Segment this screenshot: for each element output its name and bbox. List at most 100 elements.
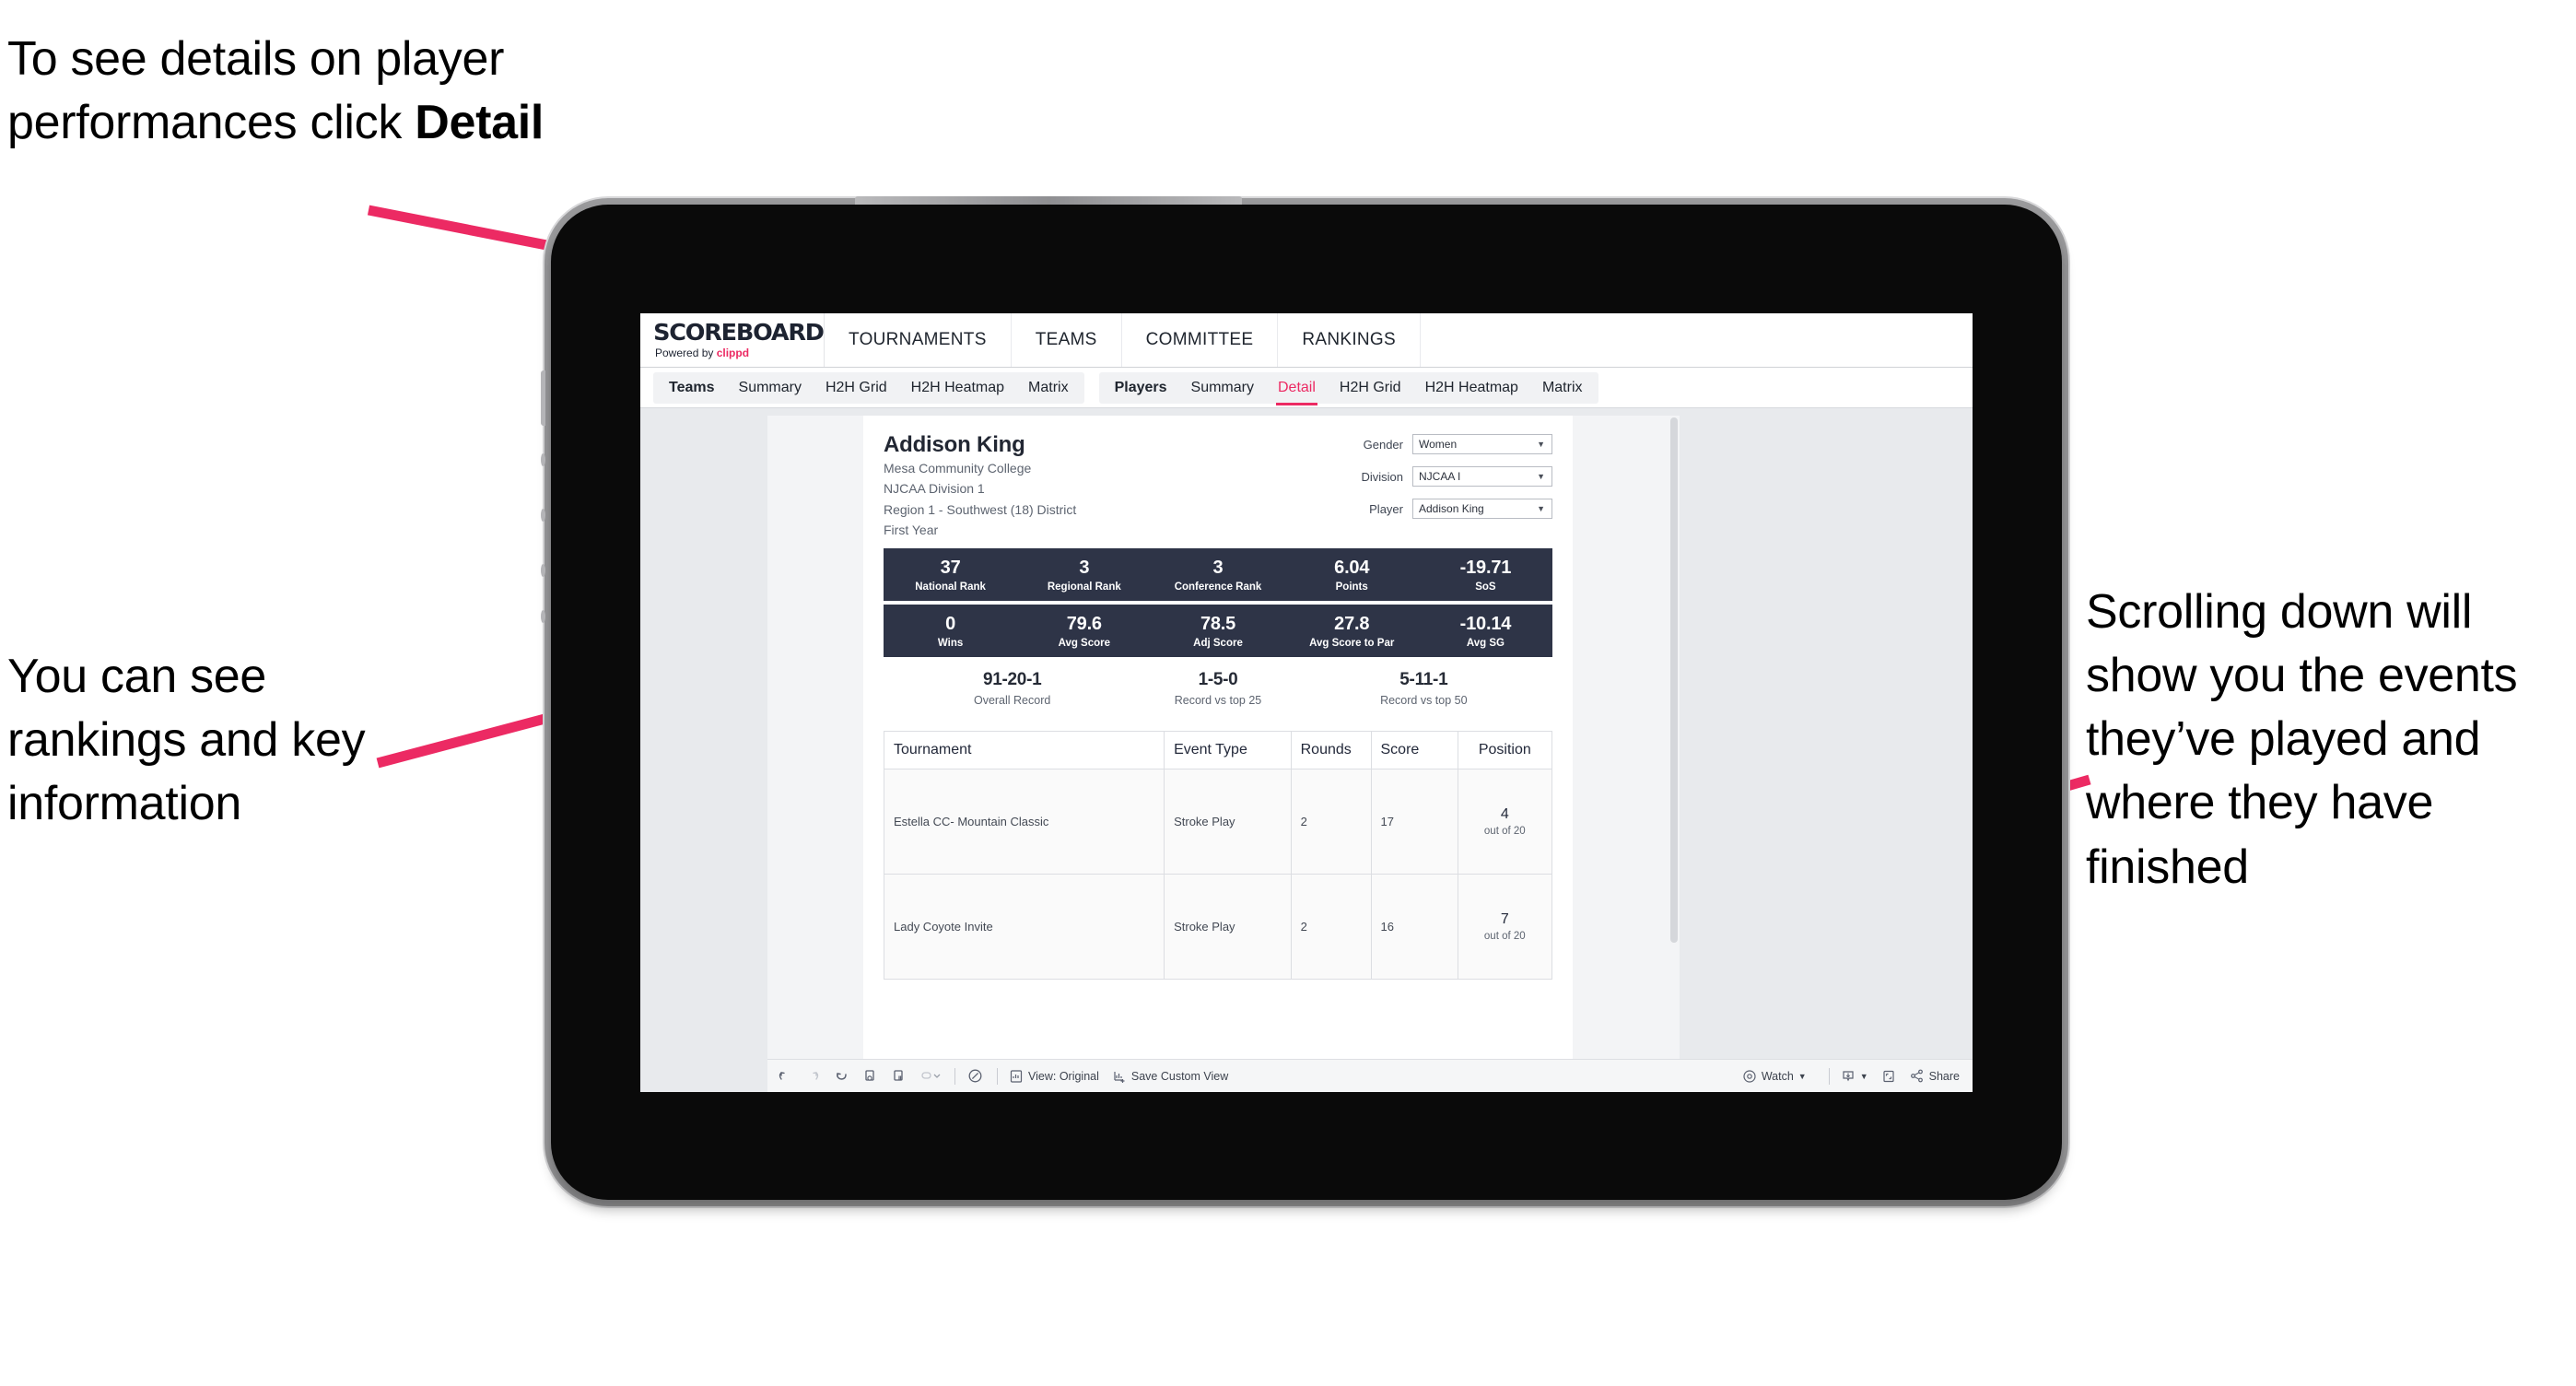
filter-gender-label: Gender bbox=[1363, 437, 1403, 452]
save-custom-view-button[interactable]: Save Custom View bbox=[1112, 1069, 1228, 1084]
record-label: Overall Record bbox=[973, 694, 1051, 708]
view-original-button[interactable]: View: Original bbox=[1009, 1069, 1099, 1084]
filter-gender-value: Women bbox=[1419, 438, 1458, 451]
table-row[interactable]: Lady Coyote Invite Stroke Play 2 16 7 ou… bbox=[884, 875, 1551, 981]
table-header-row: Tournament Event Type Rounds Score Posit… bbox=[884, 732, 1551, 770]
tab-teams-summary[interactable]: Summary bbox=[727, 372, 814, 404]
stat-label: Points bbox=[1335, 581, 1368, 593]
stat-label: Avg Score to Par bbox=[1309, 637, 1395, 649]
highlight-icon[interactable] bbox=[966, 1067, 984, 1085]
tab-players-matrix[interactable]: Matrix bbox=[1530, 372, 1595, 404]
record-vs-top-50: 5-11-1 Record vs top 50 bbox=[1321, 670, 1527, 707]
cell-tournament: Estella CC- Mountain Classic bbox=[884, 769, 1165, 875]
stat-value: 37 bbox=[940, 557, 961, 578]
stat-avg-score: 79.6 Avg Score bbox=[1017, 614, 1151, 649]
chevron-down-icon: ▼ bbox=[1537, 440, 1545, 449]
brand-logo: SCOREBOARD Powered by clippd bbox=[640, 313, 825, 367]
record-label: Record vs top 50 bbox=[1380, 694, 1468, 708]
toolbar-divider bbox=[997, 1067, 998, 1085]
cell-rounds: 2 bbox=[1292, 769, 1372, 875]
cell-event-type: Stroke Play bbox=[1165, 769, 1292, 875]
tab-players-detail[interactable]: Detail bbox=[1266, 372, 1328, 405]
watch-button[interactable]: Watch ▼ bbox=[1742, 1069, 1807, 1084]
stat-avg-score-to-par: 27.8 Avg Score to Par bbox=[1285, 614, 1419, 649]
player-identity: Addison King Mesa Community College NJCA… bbox=[884, 432, 1076, 540]
player-header: Addison King Mesa Community College NJCA… bbox=[884, 432, 1552, 540]
device-port-4 bbox=[541, 610, 545, 623]
tab-players-h2h-heatmap[interactable]: H2H Heatmap bbox=[1413, 372, 1530, 404]
toolbar-divider bbox=[954, 1067, 955, 1085]
stat-label: Adj Score bbox=[1193, 637, 1243, 649]
stat-label: Avg SG bbox=[1466, 637, 1505, 649]
pan-icon[interactable] bbox=[919, 1068, 942, 1084]
pause-auto-update-icon[interactable] bbox=[891, 1068, 907, 1084]
annotation-rankings: You can see rankings and key information bbox=[7, 650, 366, 831]
nav-teams[interactable]: TEAMS bbox=[1012, 313, 1122, 367]
player-year: First Year bbox=[884, 522, 939, 537]
viz-toolbar: View: Original Save Custom View Watch ▼ bbox=[767, 1059, 1973, 1092]
nav-committee[interactable]: COMMITTEE bbox=[1122, 313, 1279, 367]
device-port-1 bbox=[541, 453, 545, 466]
refresh-data-icon[interactable] bbox=[862, 1068, 878, 1084]
tab-teams-matrix[interactable]: Matrix bbox=[1016, 372, 1081, 404]
header-score: Score bbox=[1372, 732, 1458, 769]
stat-adj-score: 78.5 Adj Score bbox=[1151, 614, 1284, 649]
stat-wins: 0 Wins bbox=[884, 614, 1017, 649]
tablet-device: SCOREBOARD Powered by clippd TOURNAMENTS… bbox=[541, 196, 2062, 1200]
stat-points: 6.04 Points bbox=[1285, 558, 1419, 593]
view-original-label: View: Original bbox=[1028, 1069, 1099, 1083]
vertical-scrollbar[interactable] bbox=[1670, 417, 1678, 943]
record-value: 1-5-0 bbox=[1198, 670, 1238, 690]
redo-icon[interactable] bbox=[805, 1068, 821, 1084]
cell-position: 4 out of 20 bbox=[1458, 769, 1551, 874]
cell-tournament: Lady Coyote Invite bbox=[884, 875, 1165, 980]
stat-label: National Rank bbox=[915, 581, 986, 593]
stat-label: Avg Score bbox=[1058, 637, 1111, 649]
stat-value: 3 bbox=[1212, 557, 1224, 578]
device-volume-button bbox=[541, 370, 545, 426]
nav-rankings[interactable]: RANKINGS bbox=[1278, 313, 1421, 367]
filter-player-value: Addison King bbox=[1419, 502, 1484, 515]
record-overall: 91-20-1 Overall Record bbox=[909, 670, 1115, 707]
cell-event-type: Stroke Play bbox=[1165, 875, 1292, 980]
record-value: 91-20-1 bbox=[982, 670, 1042, 690]
undo-icon[interactable] bbox=[777, 1068, 792, 1084]
tab-teams-h2h-grid[interactable]: H2H Grid bbox=[814, 372, 899, 404]
tournament-results-table: Tournament Event Type Rounds Score Posit… bbox=[884, 731, 1552, 981]
stat-value: 27.8 bbox=[1334, 613, 1370, 634]
tab-players-h2h-grid[interactable]: H2H Grid bbox=[1328, 372, 1413, 404]
revert-icon[interactable] bbox=[834, 1068, 849, 1084]
chevron-down-icon: ▼ bbox=[1859, 1071, 1868, 1081]
fullscreen-button[interactable] bbox=[1881, 1069, 1896, 1084]
tab-players-summary[interactable]: Summary bbox=[1179, 372, 1266, 404]
header-rounds: Rounds bbox=[1292, 732, 1372, 769]
cell-score: 16 bbox=[1372, 875, 1458, 980]
brand-powered-prefix: Powered by bbox=[655, 346, 717, 359]
chevron-down-icon: ▼ bbox=[1537, 504, 1545, 513]
toolbar-right-group: Watch ▼ ▼ Share bbox=[1742, 1067, 1973, 1085]
table-row[interactable]: Estella CC- Mountain Classic Stroke Play… bbox=[884, 769, 1551, 875]
header-position: Position bbox=[1478, 742, 1531, 758]
download-button[interactable]: ▼ bbox=[1841, 1069, 1868, 1084]
tab-group-teams-label: Teams bbox=[669, 379, 715, 395]
share-button[interactable]: Share bbox=[1909, 1068, 1960, 1084]
record-value: 5-11-1 bbox=[1399, 670, 1448, 690]
stat-conference-rank: 3 Conference Rank bbox=[1151, 558, 1284, 593]
player-detail-sheet: Addison King Mesa Community College NJCA… bbox=[863, 416, 1573, 1059]
filter-gender-select[interactable]: Women ▼ bbox=[1412, 434, 1552, 454]
annotation-detail-bold: Detail bbox=[415, 96, 544, 150]
tab-strip: Teams Summary H2H Grid H2H Heatmap Matri… bbox=[640, 368, 1973, 408]
save-custom-view-label: Save Custom View bbox=[1130, 1069, 1229, 1083]
stat-value: 78.5 bbox=[1200, 613, 1236, 634]
filter-division-select[interactable]: NJCAA I ▼ bbox=[1412, 466, 1552, 487]
record-label: Record vs top 25 bbox=[1174, 694, 1262, 708]
stat-label: Wins bbox=[937, 637, 964, 649]
tab-teams-h2h-heatmap[interactable]: H2H Heatmap bbox=[899, 372, 1016, 404]
filter-player-select[interactable]: Addison King ▼ bbox=[1412, 499, 1552, 519]
stat-sos: -19.71 SoS bbox=[1419, 558, 1552, 593]
nav-tournaments[interactable]: TOURNAMENTS bbox=[825, 313, 1012, 367]
player-name: Addison King bbox=[884, 432, 1025, 457]
brand-powered-name: clippd bbox=[716, 346, 750, 359]
stat-value: 0 bbox=[945, 613, 956, 634]
tab-group-teams: Teams Summary H2H Grid H2H Heatmap Matri… bbox=[653, 371, 1084, 404]
